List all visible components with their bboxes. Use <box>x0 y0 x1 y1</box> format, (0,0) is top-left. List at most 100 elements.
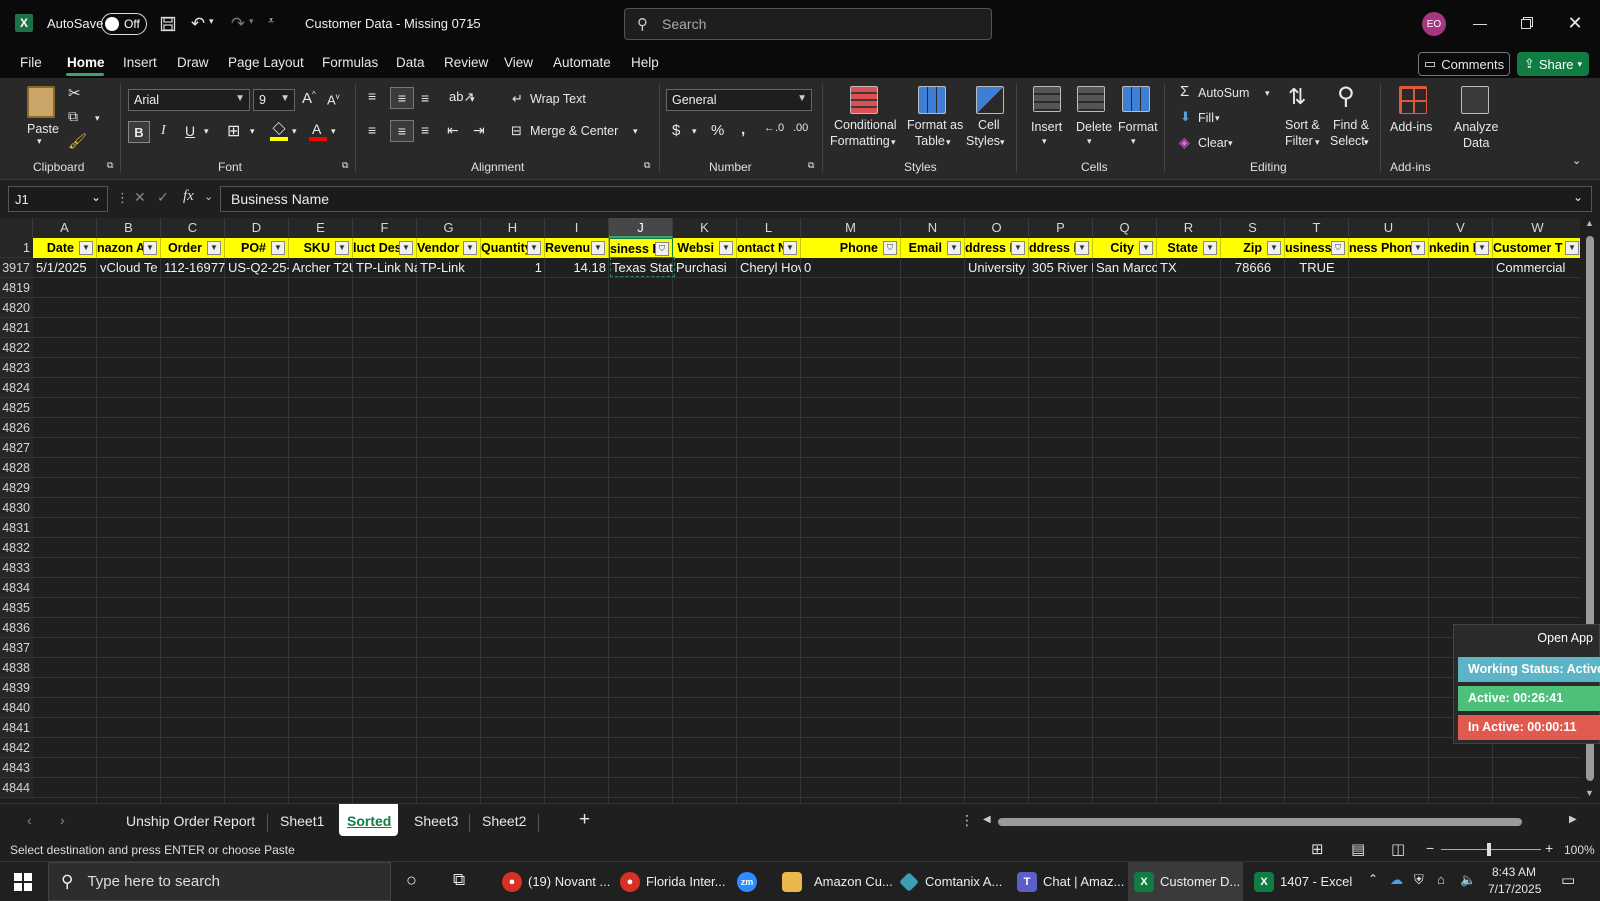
data-cell-u3917[interactable] <box>1349 258 1429 278</box>
row-header[interactable]: 4842 <box>0 738 33 758</box>
column-header-m[interactable]: M <box>801 218 901 238</box>
row-header[interactable]: 4841 <box>0 718 33 738</box>
row-header[interactable]: 4839 <box>0 678 33 698</box>
header-cell-g[interactable]: Vendor ▼ <box>417 238 481 258</box>
undo-icon[interactable]: ↶ <box>188 14 208 34</box>
column-header-o[interactable]: O <box>965 218 1029 238</box>
chevron-down-icon[interactable]: ▾ <box>1087 136 1092 147</box>
conditional-formatting-line2[interactable]: Formatting <box>830 134 890 148</box>
start-button[interactable] <box>8 862 48 901</box>
find-select-icon[interactable]: ⚲ <box>1337 82 1355 111</box>
align-top-icon[interactable]: ≡ <box>368 88 376 104</box>
filter-dropdown-icon[interactable]: ▼ <box>719 241 733 255</box>
notifications-icon[interactable]: ▭ <box>1561 871 1575 889</box>
find-select-line1[interactable]: Find & <box>1333 118 1369 132</box>
delete-cells-button[interactable]: Delete <box>1076 120 1112 134</box>
insert-cells-button[interactable]: Insert <box>1031 120 1062 134</box>
clear-chevron-icon[interactable]: ▾ <box>1228 138 1233 149</box>
header-cell-s[interactable]: Zip ▼ <box>1221 238 1285 258</box>
column-header-r[interactable]: R <box>1157 218 1221 238</box>
scroll-right-icon[interactable]: ▶ <box>1569 814 1577 825</box>
open-app-button[interactable]: Open App <box>1537 631 1593 645</box>
header-cell-e[interactable]: SKU ▼ <box>289 238 353 258</box>
paste-chevron-icon[interactable]: ▾ <box>37 136 42 147</box>
header-cell-b[interactable]: nazon Ac ▼ <box>97 238 161 258</box>
column-header-w[interactable]: W <box>1493 218 1580 238</box>
comma-icon[interactable]: , <box>741 121 745 138</box>
row-header[interactable]: 4819 <box>0 278 33 298</box>
insert-function-icon[interactable]: fx <box>183 188 194 205</box>
column-header-v[interactable]: V <box>1429 218 1493 238</box>
row-header[interactable]: 4833 <box>0 558 33 578</box>
row-header[interactable]: 4827 <box>0 438 33 458</box>
tab-home[interactable]: Home <box>67 55 105 70</box>
data-cell-t3917[interactable]: TRUE <box>1285 258 1349 278</box>
taskbar-search[interactable]: ⚲ Type here to search <box>48 862 391 901</box>
scroll-down-icon[interactable]: ▼ <box>1585 788 1594 798</box>
header-cell-n[interactable]: Email ▼ <box>901 238 965 258</box>
format-as-table-line1[interactable]: Format as <box>907 118 963 132</box>
header-cell-v[interactable]: nkedin P ▼ <box>1429 238 1493 258</box>
borders-icon[interactable]: ⊞ <box>227 121 240 141</box>
chevron-down-icon[interactable]: ▾ <box>1315 137 1320 148</box>
font-color-chevron-icon[interactable]: ▾ <box>331 126 336 137</box>
document-title[interactable]: Customer Data - Missing 0715 <box>305 16 481 31</box>
font-size-select[interactable]: 9 ▼ <box>253 89 295 111</box>
find-select-line2[interactable]: Select <box>1330 134 1365 148</box>
redo-dropdown-icon[interactable]: ▾ <box>249 16 254 27</box>
tab-file[interactable]: File <box>20 55 42 70</box>
tab-automate[interactable]: Automate <box>553 55 611 70</box>
tab-page-layout[interactable]: Page Layout <box>228 55 304 70</box>
format-as-table-line2[interactable]: Table <box>915 134 945 148</box>
underline-button[interactable]: U <box>185 123 195 139</box>
data-cell-c3917[interactable]: 112-16977 <box>161 258 225 278</box>
header-cell-f[interactable]: luct Des ▼ <box>353 238 417 258</box>
column-header-n[interactable]: N <box>901 218 965 238</box>
column-header-s[interactable]: S <box>1221 218 1285 238</box>
chevron-down-icon[interactable]: ▾ <box>946 137 951 148</box>
add-sheet-button[interactable]: + <box>579 809 590 831</box>
row-header[interactable]: 4831 <box>0 518 33 538</box>
next-sheet-icon[interactable]: › <box>60 812 65 828</box>
undo-dropdown-icon[interactable]: ▾ <box>209 16 214 27</box>
tab-help[interactable]: Help <box>631 55 659 70</box>
row-header[interactable]: 4824 <box>0 378 33 398</box>
decrease-decimal-icon[interactable]: .00 <box>793 122 808 134</box>
data-cell-s3917[interactable]: 78666 <box>1221 258 1285 278</box>
data-cell-b3917[interactable]: vCloud Te <box>97 258 161 278</box>
tab-formulas[interactable]: Formulas <box>322 55 378 70</box>
fill-color-icon[interactable] <box>270 121 288 141</box>
percent-icon[interactable]: % <box>711 122 724 139</box>
sheet-tab-sheet2[interactable]: Sheet2 <box>482 813 526 829</box>
taskbar-app-amazon[interactable]: Amazon Cu... <box>776 862 893 901</box>
copy-icon[interactable]: ⧉ <box>68 108 78 125</box>
filter-dropdown-icon[interactable]: ▼ <box>1475 241 1489 255</box>
orientation-chevron-icon[interactable]: ▾ <box>470 94 475 105</box>
row-header[interactable]: 4820 <box>0 298 33 318</box>
fill-button[interactable]: Fill <box>1198 111 1214 125</box>
data-cell-v3917[interactable] <box>1429 258 1493 278</box>
row-header[interactable]: 4838 <box>0 658 33 678</box>
paste-button[interactable]: Paste <box>27 122 59 136</box>
dialog-launcher-icon[interactable]: ⧉ <box>107 160 113 171</box>
filter-dropdown-icon[interactable]: ▼ <box>1075 241 1089 255</box>
column-header-u[interactable]: U <box>1349 218 1429 238</box>
data-cell-a3917[interactable]: 5/1/2025 <box>33 258 97 278</box>
filter-active-icon[interactable]: ⛉ <box>1331 241 1345 255</box>
zoom-out-icon[interactable]: − <box>1426 840 1434 856</box>
filter-dropdown-icon[interactable]: ▼ <box>79 241 93 255</box>
tab-view[interactable]: View <box>504 55 533 70</box>
header-cell-u[interactable]: ness Phon ▼ <box>1349 238 1429 258</box>
data-cell-w3917[interactable]: Commercial <box>1493 258 1580 278</box>
autosum-button[interactable]: AutoSum <box>1198 86 1249 100</box>
dialog-launcher-icon[interactable]: ⧉ <box>808 160 814 171</box>
data-cell-n3917[interactable] <box>901 258 965 278</box>
chevron-down-icon[interactable]: ▾ <box>891 137 896 148</box>
align-left-icon[interactable]: ≡ <box>368 122 376 138</box>
conditional-formatting-icon[interactable] <box>850 86 878 114</box>
sort-filter-icon[interactable]: ⇅ <box>1288 84 1306 110</box>
column-header-b[interactable]: B <box>97 218 161 238</box>
header-cell-i[interactable]: Revenu ▼ <box>545 238 609 258</box>
row-header[interactable]: 4844 <box>0 778 33 798</box>
italic-button[interactable]: I <box>161 123 166 139</box>
